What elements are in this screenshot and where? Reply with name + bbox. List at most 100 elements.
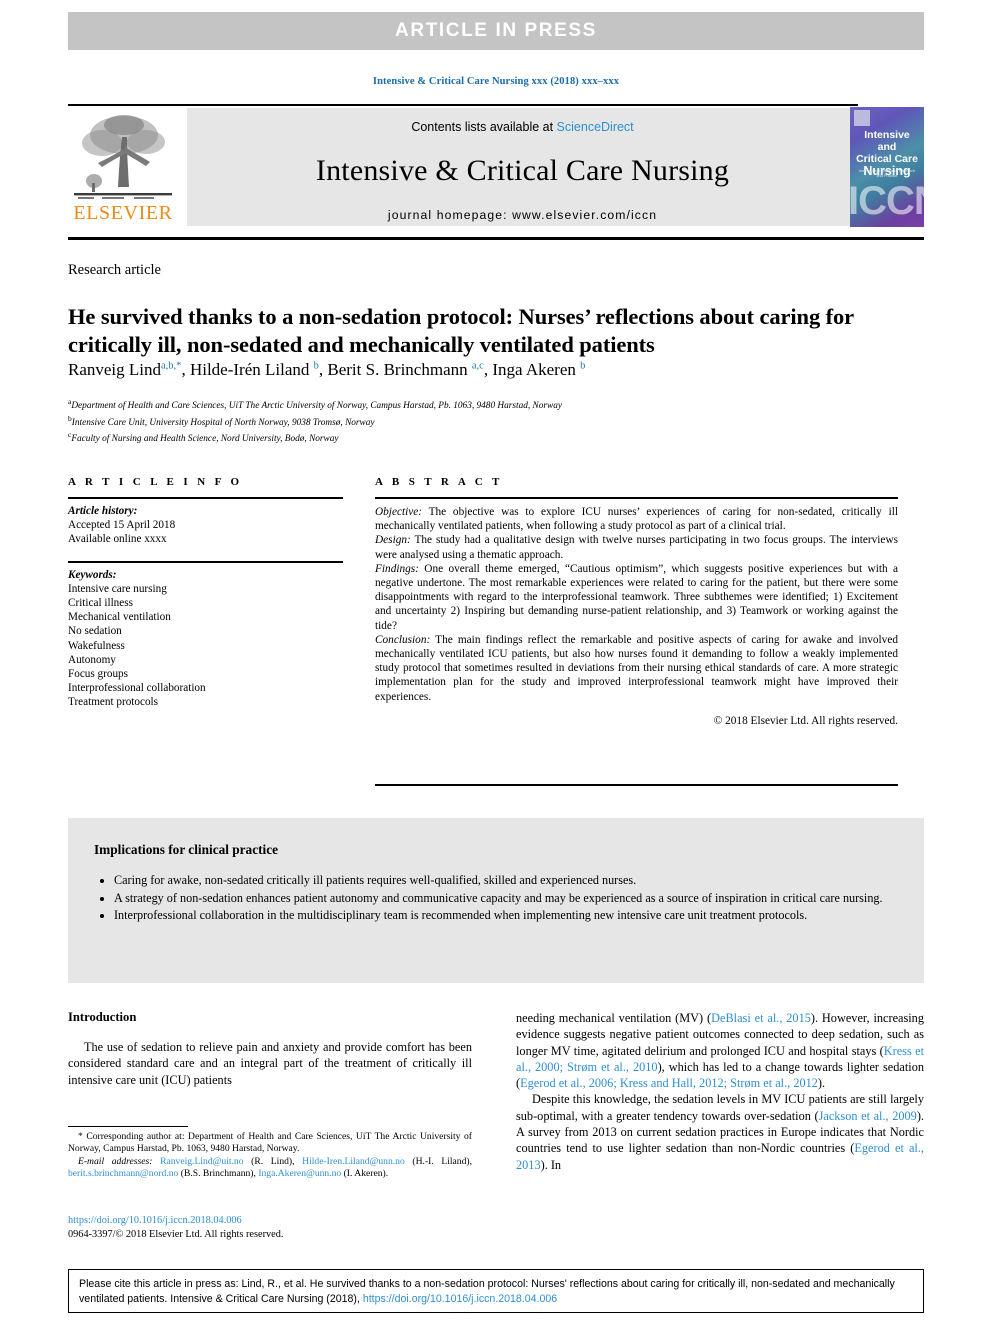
implications-title: Implications for clinical practice [94, 842, 279, 857]
corresponding-author-note: * Corresponding author at: Department of… [68, 1131, 472, 1155]
email-person: (I. Akeren). [341, 1167, 389, 1179]
keywords-block: Keywords: Intensive care nursing Critica… [68, 568, 343, 710]
affiliation-text: Department of Health and Care Sciences, … [71, 401, 562, 412]
email-link[interactable]: Hilde-Iren.Liland@unn.no [302, 1156, 405, 1167]
email-label: E-mail addresses: [78, 1155, 153, 1167]
journal-homepage-link[interactable]: journal homepage: www.elsevier.com/iccn [187, 208, 858, 222]
abstract-rule [375, 497, 898, 499]
doi-link[interactable]: https://doi.org/10.1016/j.iccn.2018.04.0… [68, 1214, 472, 1228]
keyword-item: Critical illness [68, 597, 133, 610]
affiliation-list: aDepartment of Health and Care Sciences,… [68, 396, 898, 446]
doi-block: https://doi.org/10.1016/j.iccn.2018.04.0… [68, 1214, 472, 1241]
email-addresses-note: E-mail addresses: Ranveig.Lind@uit.no (R… [68, 1156, 472, 1181]
author-affiliation-marker: a,b,* [161, 360, 182, 372]
journal-title: Intensive & Critical Care Nursing [315, 154, 730, 187]
contents-list-line: Contents lists available at ScienceDirec… [187, 120, 858, 134]
paragraph-text: ). In [540, 1157, 562, 1172]
email-link[interactable]: berit.s.brinchmann@nord.no [68, 1168, 178, 1179]
email-link[interactable]: Inga.Akeren@unn.no [258, 1168, 341, 1179]
journal-cover-thumbnail[interactable]: Intensive and Critical Care Nursing Inte… [850, 107, 924, 227]
cite-doi-link[interactable]: https://doi.org/10.1016/j.iccn.2018.04.0… [363, 1293, 557, 1305]
keywords-label: Keywords: [68, 568, 117, 581]
affiliation-item: aDepartment of Health and Care Sciences,… [68, 396, 898, 413]
article-info-column: A R T I C L E I N F O Article history: A… [68, 476, 343, 710]
author-affiliation-marker: a,c [471, 360, 484, 372]
keyword-item: Mechanical ventilation [68, 611, 171, 624]
abstract-section: Design: The study had a qualitative desi… [375, 533, 898, 561]
keyword-item: No sedation [68, 625, 122, 638]
article-in-press-banner: ARTICLE IN PRESS [68, 12, 924, 50]
elsevier-logo: ELSEVIER [68, 107, 178, 227]
article-info-rule [68, 497, 343, 499]
article-history-label: Article history: [68, 505, 138, 517]
abstract-section: Conclusion: The main findings reflect th… [375, 633, 898, 704]
abstract-section: Findings: One overall theme emerged, “Ca… [375, 562, 898, 633]
keyword-item: Treatment protocols [68, 696, 159, 709]
running-head: Intensive & Critical Care Nursing xxx (2… [372, 76, 620, 87]
abstract-section: Objective: The objective was to explore … [375, 505, 898, 533]
article-in-press-label: ARTICLE IN PRESS [395, 20, 597, 41]
keyword-item: Intensive care nursing [68, 582, 167, 595]
abstract-bottom-rule [375, 784, 898, 786]
implications-list: Caring for awake, non-sedated critically… [94, 872, 898, 925]
abstract-copyright: © 2018 Elsevier Ltd. All rights reserved… [713, 714, 898, 727]
sciencedirect-link[interactable]: ScienceDirect [557, 120, 634, 134]
issn-copyright-line: 0964-3397/© 2018 Elsevier Ltd. All right… [68, 1228, 284, 1240]
masthead-top-rule [68, 104, 858, 106]
citation-link[interactable]: DeBlasi et al., 2015 [711, 1011, 811, 1025]
keyword-item: Autonomy [68, 653, 116, 666]
elsevier-tree-icon [74, 115, 172, 199]
keyword-item: Focus groups [68, 668, 128, 681]
cite-this-article-box: Please cite this article in press as: Li… [68, 1269, 924, 1313]
author-name[interactable]: Hilde-Irén Liland [190, 360, 309, 379]
abstract-section-text: The study had a qualitative design with … [375, 534, 898, 561]
email-link[interactable]: Ranveig.Lind@uit.no [160, 1156, 243, 1167]
author-name[interactable]: Ranveig Lind [68, 360, 161, 379]
implications-box: Implications for clinical practice Carin… [68, 818, 924, 983]
journal-info-band: Contents lists available at ScienceDirec… [187, 108, 858, 226]
implications-item: Interprofessional collaboration in the m… [114, 907, 898, 925]
cover-acronym: ICCN [850, 179, 924, 223]
affiliation-text: Faculty of Nursing and Health Science, N… [71, 434, 339, 445]
email-person: (B.S. Brinchmann), [178, 1167, 259, 1179]
body-paragraph: needing mechanical ventilation (MV) (DeB… [516, 1010, 924, 1091]
abstract-body: Objective: The objective was to explore … [375, 505, 898, 728]
article-page: ARTICLE IN PRESS Intensive & Critical Ca… [0, 0, 992, 1323]
author-affiliation-marker: b [580, 360, 586, 372]
body-column-left: Introduction The use of sedation to reli… [68, 1010, 472, 1088]
abstract-section-label: Findings: [375, 562, 419, 575]
author-name[interactable]: Inga Akeren [492, 360, 576, 379]
author-list: Ranveig Linda,b,*, Hilde-Irén Liland b, … [68, 360, 586, 379]
keywords-rule [68, 560, 343, 563]
contents-prefix: Contents lists available at [411, 120, 557, 134]
masthead-bottom-rule [68, 237, 924, 240]
article-info-heading: A R T I C L E I N F O [68, 476, 243, 488]
abstract-section-text: One overall theme emerged, “Cautious opt… [375, 562, 898, 632]
body-column-right: needing mechanical ventilation (MV) (DeB… [516, 1010, 924, 1173]
author-name[interactable]: Berit S. Brinchmann [327, 360, 467, 379]
cover-subtitle: International Journal of Research and Pr… [859, 169, 915, 178]
email-person: (H.-I. Liland), [404, 1155, 472, 1167]
citation-link[interactable]: Jackson et al., 2009 [819, 1109, 917, 1123]
cover-elsevier-icon [854, 110, 870, 126]
footnote-block: * Corresponding author at: Department of… [68, 1131, 472, 1180]
abstract-heading: A B S T R A C T [375, 476, 503, 488]
abstract-section-label: Design: [375, 534, 411, 547]
article-history-item: Accepted 15 April 2018 [68, 519, 176, 532]
implications-item: Caring for awake, non-sedated critically… [114, 872, 898, 890]
abstract-section-label: Objective: [375, 506, 423, 518]
abstract-section-text: The objective was to explore ICU nurses’… [375, 506, 898, 533]
article-title: He survived thanks to a non-sedation pro… [68, 304, 854, 358]
affiliation-item: cFaculty of Nursing and Health Science, … [68, 429, 898, 446]
elsevier-wordmark: ELSEVIER [73, 202, 173, 224]
email-person: (R. Lind), [243, 1155, 303, 1167]
paragraph-text: ). [817, 1076, 826, 1091]
affiliation-item: bIntensive Care Unit, University Hospita… [68, 413, 898, 430]
citation-link[interactable]: Egerod et al., 2006; Kress and Hall, 201… [520, 1076, 818, 1090]
abstract-column: A B S T R A C T Objective: The objective… [375, 476, 898, 728]
journal-masthead: ELSEVIER Contents lists available at Sci… [68, 107, 924, 227]
affiliation-text: Intensive Care Unit, University Hospital… [71, 417, 375, 428]
article-type-label: Research article [68, 262, 161, 278]
paragraph-text: needing mechanical ventilation (MV) ( [516, 1011, 712, 1025]
body-paragraph: The use of sedation to relieve pain and … [68, 1040, 472, 1087]
